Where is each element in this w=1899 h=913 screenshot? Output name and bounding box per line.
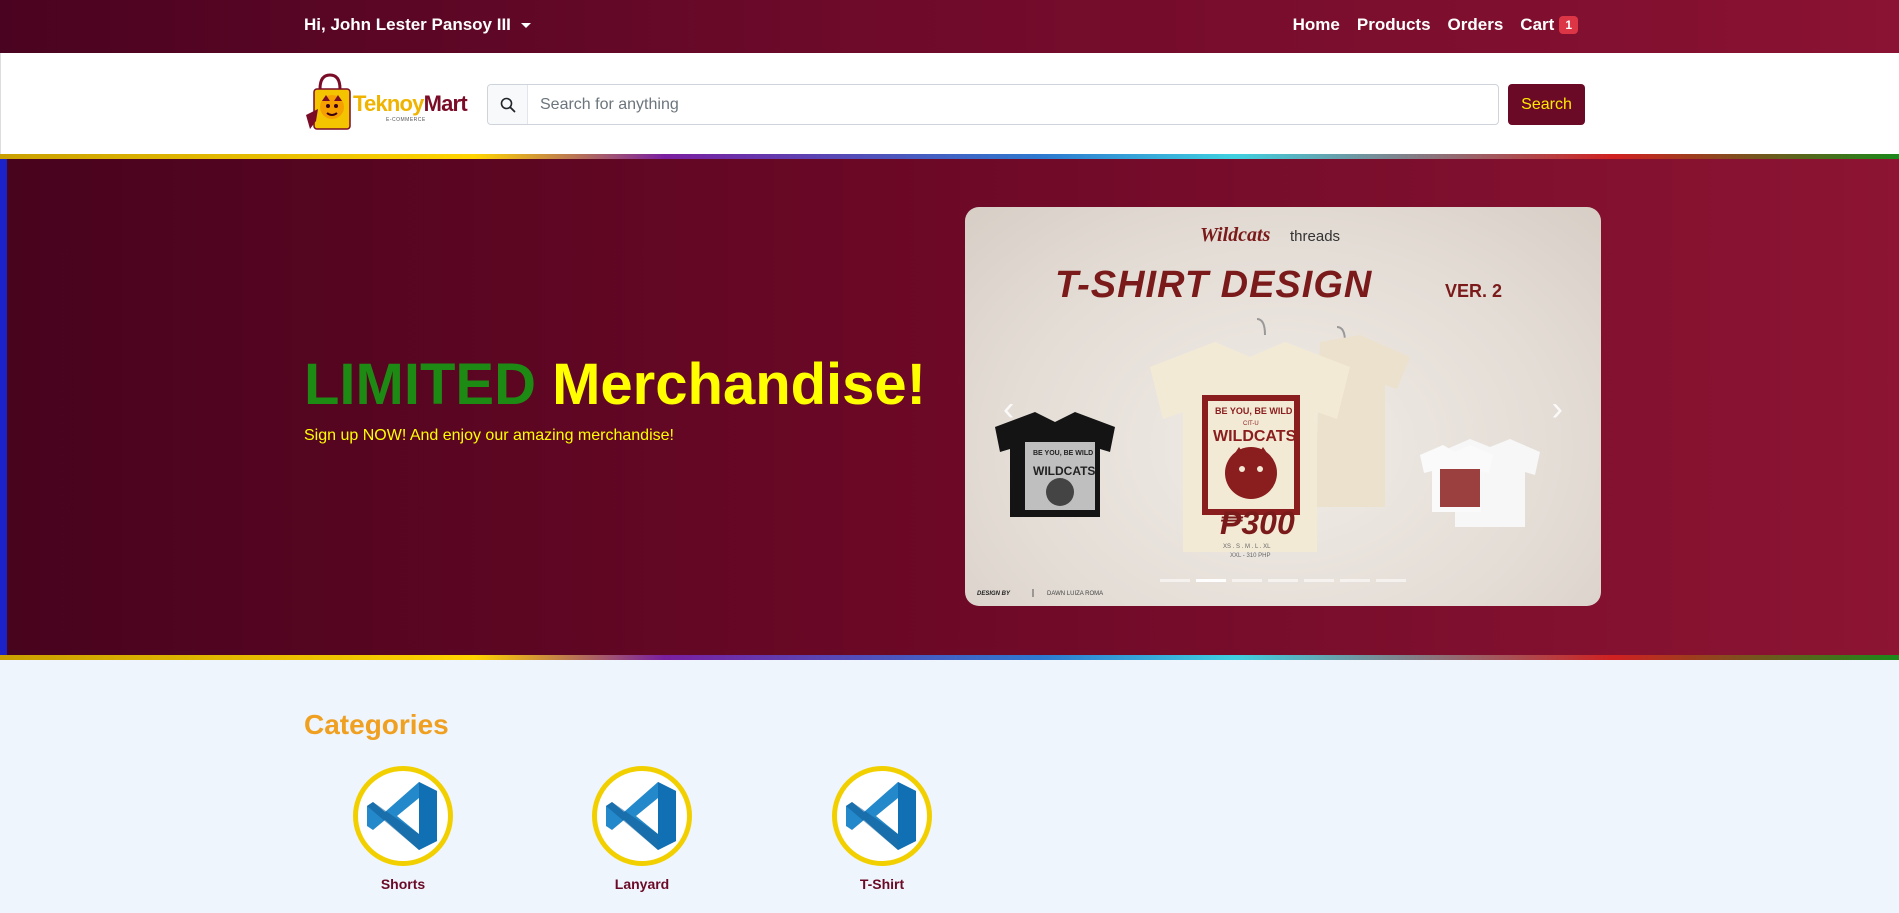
slide-brand-left: Wildcats: [1200, 224, 1271, 246]
carousel-indicator[interactable]: [1340, 579, 1370, 582]
slide-shirt-sub: CIT-U: [1243, 421, 1259, 427]
carousel-indicator-active[interactable]: [1196, 579, 1226, 582]
cart-count-badge: 1: [1559, 16, 1578, 34]
category-label: Shorts: [380, 876, 426, 892]
vscode-icon: [367, 782, 437, 850]
category-label: T-Shirt: [859, 876, 905, 892]
rainbow-divider-bottom: [0, 655, 1899, 660]
categories-heading: Categories: [304, 709, 449, 740]
slide-sizes-extra: XXL - 310 PHP: [1230, 553, 1270, 559]
logo-text: TeknoyMart: [353, 91, 468, 117]
carousel-indicator[interactable]: [1268, 579, 1298, 582]
nav-orders-link[interactable]: Orders: [1448, 15, 1504, 35]
carousel-indicator[interactable]: [1304, 579, 1334, 582]
category-item-lanyard[interactable]: Lanyard: [572, 766, 712, 892]
user-menu-dropdown[interactable]: Hi, John Lester Pansoy III: [304, 15, 531, 35]
category-image: [832, 766, 932, 866]
category-image: [353, 766, 453, 866]
slide-sizes: XS . S . M . L . XL: [1223, 544, 1271, 550]
caret-down-icon: [520, 22, 531, 28]
nav-home-link[interactable]: Home: [1293, 15, 1340, 35]
slide-shirt-name: WILDCATS: [1213, 428, 1297, 445]
search-icon: [488, 85, 528, 124]
carousel-indicators: [1160, 579, 1406, 582]
main-nav: Home Products Orders Cart 1: [1293, 15, 1578, 35]
cart-label: Cart: [1520, 15, 1555, 34]
carousel-prev-icon[interactable]: ‹: [1003, 392, 1014, 426]
logo-subtitle: E-COMMERCE: [386, 117, 426, 123]
vscode-icon: [846, 782, 916, 850]
user-greeting: Hi, John Lester Pansoy III: [304, 15, 511, 34]
category-image: [592, 766, 692, 866]
hero-banner: LIMITED Merchandise! Sign up NOW! And en…: [0, 159, 1899, 657]
wildcat-bag-logo-icon: [306, 73, 351, 130]
category-item-tshirt[interactable]: T-Shirt: [812, 766, 952, 892]
svg-text:BE YOU, BE WILD: BE YOU, BE WILD: [1033, 450, 1093, 457]
logo-text-part1: Teknoy: [353, 91, 424, 116]
slide-brand-right: threads: [1290, 228, 1340, 245]
logo-text-part2: Mart: [423, 91, 468, 116]
vscode-icon: [606, 782, 676, 850]
slide-shirt-text: BE YOU, BE WILD: [1215, 406, 1293, 416]
category-label: Lanyard: [614, 876, 670, 892]
nav-cart-link[interactable]: Cart 1: [1520, 15, 1578, 35]
slide-credit-label: DESIGN BY: [977, 591, 1011, 597]
slide-price: ₱300: [1220, 505, 1295, 541]
slide-credit-name: DAWN LUIZA ROMA: [1047, 591, 1103, 597]
product-carousel[interactable]: Wildcats threads T-SHIRT DESIGN VER. 2 B…: [965, 207, 1601, 606]
svg-text:WILDCATS: WILDCATS: [1033, 464, 1095, 478]
hero-title-merchandise: Merchandise!: [552, 352, 926, 417]
hero-subtitle: Sign up NOW! And enjoy our amazing merch…: [304, 427, 674, 444]
carousel-indicator[interactable]: [1232, 579, 1262, 582]
hero-title-limited: LIMITED: [304, 352, 536, 417]
carousel-slide-image: Wildcats threads T-SHIRT DESIGN VER. 2 B…: [977, 224, 1540, 597]
hero-title: LIMITED Merchandise!: [304, 351, 926, 418]
slide-headline: T-SHIRT DESIGN: [1055, 264, 1373, 306]
nav-products-link[interactable]: Products: [1357, 15, 1431, 35]
search-bar: [487, 84, 1499, 125]
search-input[interactable]: [528, 85, 1498, 124]
carousel-indicator[interactable]: [1160, 579, 1190, 582]
carousel-next-icon[interactable]: ›: [1552, 392, 1563, 426]
carousel-indicator[interactable]: [1376, 579, 1406, 582]
top-navbar: Hi, John Lester Pansoy III Home Products…: [0, 0, 1899, 53]
site-logo[interactable]: TeknoyMart E-COMMERCE: [306, 71, 468, 133]
slide-version: VER. 2: [1445, 281, 1502, 301]
category-item-shorts[interactable]: Shorts: [333, 766, 473, 892]
search-button[interactable]: Search: [1508, 84, 1585, 125]
